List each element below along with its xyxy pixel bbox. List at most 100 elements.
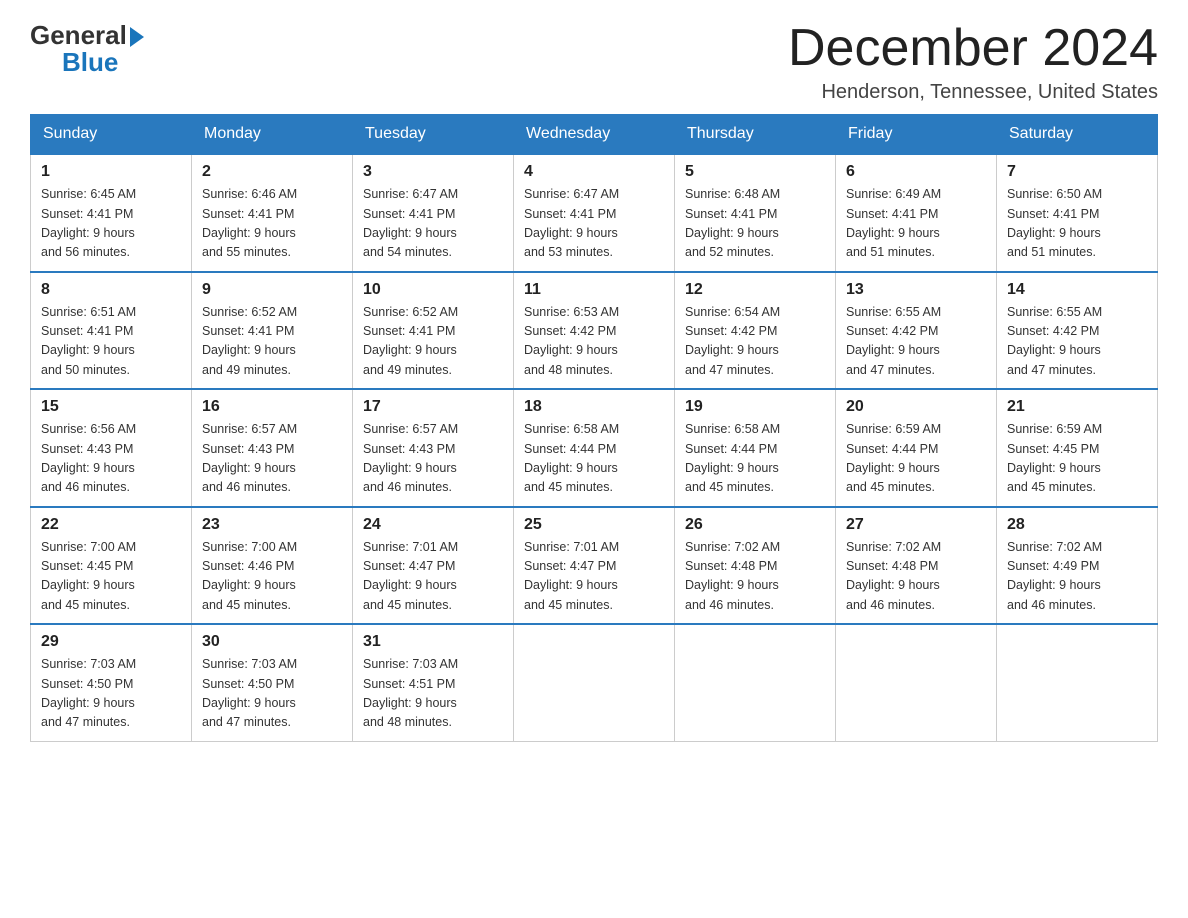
- calendar-table: SundayMondayTuesdayWednesdayThursdayFrid…: [30, 114, 1158, 742]
- calendar-week-row: 29 Sunrise: 7:03 AMSunset: 4:50 PMDayligh…: [31, 624, 1158, 741]
- calendar-day-cell: 14 Sunrise: 6:55 AMSunset: 4:42 PMDayligh…: [997, 272, 1158, 390]
- day-info: Sunrise: 6:56 AMSunset: 4:43 PMDaylight:…: [41, 420, 181, 498]
- day-number: 17: [363, 398, 503, 416]
- calendar-day-cell: 22Sunrise: 7:00 AMSunset: 4:45 PMDayligh…: [31, 507, 192, 625]
- day-number: 26: [685, 516, 825, 534]
- calendar-day-cell: 21 Sunrise: 6:59 AMSunset: 4:45 PMDayligh…: [997, 389, 1158, 507]
- calendar-day-cell: 29 Sunrise: 7:03 AMSunset: 4:50 PMDayligh…: [31, 624, 192, 741]
- day-info: Sunrise: 6:53 AMSunset: 4:42 PMDaylight:…: [524, 303, 664, 381]
- day-info: Sunrise: 6:57 AMSunset: 4:43 PMDaylight:…: [363, 420, 503, 498]
- day-number: 12: [685, 281, 825, 299]
- day-number: 15: [41, 398, 181, 416]
- day-number: 31: [363, 633, 503, 651]
- day-info: Sunrise: 6:59 AMSunset: 4:44 PMDaylight:…: [846, 420, 986, 498]
- calendar-day-cell: 16 Sunrise: 6:57 AMSunset: 4:43 PMDayligh…: [192, 389, 353, 507]
- logo-blue-text: Blue: [62, 47, 118, 78]
- calendar-day-cell: 3Sunrise: 6:47 AMSunset: 4:41 PMDaylight…: [353, 154, 514, 272]
- calendar-day-cell: 23 Sunrise: 7:00 AMSunset: 4:46 PMDayligh…: [192, 507, 353, 625]
- day-info: Sunrise: 6:54 AMSunset: 4:42 PMDaylight:…: [685, 303, 825, 381]
- day-info: Sunrise: 6:47 AMSunset: 4:41 PMDaylight:…: [524, 185, 664, 263]
- day-number: 23: [202, 516, 342, 534]
- calendar-week-row: 8 Sunrise: 6:51 AMSunset: 4:41 PMDaylight…: [31, 272, 1158, 390]
- calendar-header-sunday: Sunday: [31, 115, 192, 155]
- day-number: 6: [846, 163, 986, 181]
- day-info: Sunrise: 7:03 AMSunset: 4:50 PMDaylight:…: [41, 655, 181, 733]
- day-number: 1: [41, 163, 181, 181]
- calendar-day-cell: 7 Sunrise: 6:50 AMSunset: 4:41 PMDaylight…: [997, 154, 1158, 272]
- calendar-empty-cell: [514, 624, 675, 741]
- calendar-day-cell: 30Sunrise: 7:03 AMSunset: 4:50 PMDayligh…: [192, 624, 353, 741]
- calendar-header-friday: Friday: [836, 115, 997, 155]
- calendar-day-cell: 2Sunrise: 6:46 AMSunset: 4:41 PMDaylight…: [192, 154, 353, 272]
- day-number: 24: [363, 516, 503, 534]
- day-info: Sunrise: 6:52 AMSunset: 4:41 PMDaylight:…: [363, 303, 503, 381]
- calendar-day-cell: 19Sunrise: 6:58 AMSunset: 4:44 PMDayligh…: [675, 389, 836, 507]
- calendar-day-cell: 17 Sunrise: 6:57 AMSunset: 4:43 PMDayligh…: [353, 389, 514, 507]
- calendar-day-cell: 8 Sunrise: 6:51 AMSunset: 4:41 PMDaylight…: [31, 272, 192, 390]
- day-number: 14: [1007, 281, 1147, 299]
- calendar-day-cell: 11 Sunrise: 6:53 AMSunset: 4:42 PMDayligh…: [514, 272, 675, 390]
- day-info: Sunrise: 7:02 AMSunset: 4:48 PMDaylight:…: [846, 538, 986, 616]
- day-info: Sunrise: 7:01 AMSunset: 4:47 PMDaylight:…: [524, 538, 664, 616]
- calendar-header-monday: Monday: [192, 115, 353, 155]
- day-number: 30: [202, 633, 342, 651]
- calendar-day-cell: 27 Sunrise: 7:02 AMSunset: 4:48 PMDayligh…: [836, 507, 997, 625]
- calendar-empty-cell: [836, 624, 997, 741]
- day-number: 19: [685, 398, 825, 416]
- page-header: General Blue December 2024 Henderson, Te…: [30, 20, 1158, 104]
- calendar-header-row: SundayMondayTuesdayWednesdayThursdayFrid…: [31, 115, 1158, 155]
- day-number: 5: [685, 163, 825, 181]
- day-info: Sunrise: 6:50 AMSunset: 4:41 PMDaylight:…: [1007, 185, 1147, 263]
- calendar-header-thursday: Thursday: [675, 115, 836, 155]
- day-number: 10: [363, 281, 503, 299]
- calendar-day-cell: 10 Sunrise: 6:52 AMSunset: 4:41 PMDayligh…: [353, 272, 514, 390]
- calendar-day-cell: 24Sunrise: 7:01 AMSunset: 4:47 PMDayligh…: [353, 507, 514, 625]
- day-info: Sunrise: 6:58 AMSunset: 4:44 PMDaylight:…: [524, 420, 664, 498]
- calendar-header-saturday: Saturday: [997, 115, 1158, 155]
- day-info: Sunrise: 7:00 AMSunset: 4:45 PMDaylight:…: [41, 538, 181, 616]
- calendar-week-row: 1Sunrise: 6:45 AMSunset: 4:41 PMDaylight…: [31, 154, 1158, 272]
- day-info: Sunrise: 6:57 AMSunset: 4:43 PMDaylight:…: [202, 420, 342, 498]
- logo-arrow-icon: [130, 27, 144, 47]
- day-number: 28: [1007, 516, 1147, 534]
- calendar-day-cell: 6 Sunrise: 6:49 AMSunset: 4:41 PMDaylight…: [836, 154, 997, 272]
- calendar-day-cell: 5 Sunrise: 6:48 AMSunset: 4:41 PMDaylight…: [675, 154, 836, 272]
- calendar-day-cell: 4Sunrise: 6:47 AMSunset: 4:41 PMDaylight…: [514, 154, 675, 272]
- logo: General Blue: [30, 20, 144, 78]
- day-number: 7: [1007, 163, 1147, 181]
- title-section: December 2024 Henderson, Tennessee, Unit…: [788, 20, 1158, 104]
- day-info: Sunrise: 7:02 AMSunset: 4:48 PMDaylight:…: [685, 538, 825, 616]
- day-info: Sunrise: 6:52 AMSunset: 4:41 PMDaylight:…: [202, 303, 342, 381]
- day-info: Sunrise: 6:51 AMSunset: 4:41 PMDaylight:…: [41, 303, 181, 381]
- day-info: Sunrise: 7:00 AMSunset: 4:46 PMDaylight:…: [202, 538, 342, 616]
- day-number: 3: [363, 163, 503, 181]
- day-number: 27: [846, 516, 986, 534]
- calendar-day-cell: 9Sunrise: 6:52 AMSunset: 4:41 PMDaylight…: [192, 272, 353, 390]
- day-number: 20: [846, 398, 986, 416]
- calendar-day-cell: 28Sunrise: 7:02 AMSunset: 4:49 PMDayligh…: [997, 507, 1158, 625]
- calendar-day-cell: 18 Sunrise: 6:58 AMSunset: 4:44 PMDayligh…: [514, 389, 675, 507]
- calendar-day-cell: 25 Sunrise: 7:01 AMSunset: 4:47 PMDayligh…: [514, 507, 675, 625]
- calendar-empty-cell: [997, 624, 1158, 741]
- calendar-week-row: 22Sunrise: 7:00 AMSunset: 4:45 PMDayligh…: [31, 507, 1158, 625]
- day-number: 21: [1007, 398, 1147, 416]
- calendar-day-cell: 26 Sunrise: 7:02 AMSunset: 4:48 PMDayligh…: [675, 507, 836, 625]
- day-number: 8: [41, 281, 181, 299]
- day-info: Sunrise: 6:48 AMSunset: 4:41 PMDaylight:…: [685, 185, 825, 263]
- calendar-day-cell: 1Sunrise: 6:45 AMSunset: 4:41 PMDaylight…: [31, 154, 192, 272]
- day-info: Sunrise: 6:49 AMSunset: 4:41 PMDaylight:…: [846, 185, 986, 263]
- day-number: 18: [524, 398, 664, 416]
- day-info: Sunrise: 6:59 AMSunset: 4:45 PMDaylight:…: [1007, 420, 1147, 498]
- day-info: Sunrise: 6:46 AMSunset: 4:41 PMDaylight:…: [202, 185, 342, 263]
- calendar-header-tuesday: Tuesday: [353, 115, 514, 155]
- calendar-day-cell: 15 Sunrise: 6:56 AMSunset: 4:43 PMDayligh…: [31, 389, 192, 507]
- calendar-empty-cell: [675, 624, 836, 741]
- day-number: 16: [202, 398, 342, 416]
- day-number: 25: [524, 516, 664, 534]
- calendar-header-wednesday: Wednesday: [514, 115, 675, 155]
- day-info: Sunrise: 6:55 AMSunset: 4:42 PMDaylight:…: [1007, 303, 1147, 381]
- day-number: 11: [524, 281, 664, 299]
- day-number: 29: [41, 633, 181, 651]
- calendar-day-cell: 20 Sunrise: 6:59 AMSunset: 4:44 PMDayligh…: [836, 389, 997, 507]
- location-text: Henderson, Tennessee, United States: [788, 81, 1158, 104]
